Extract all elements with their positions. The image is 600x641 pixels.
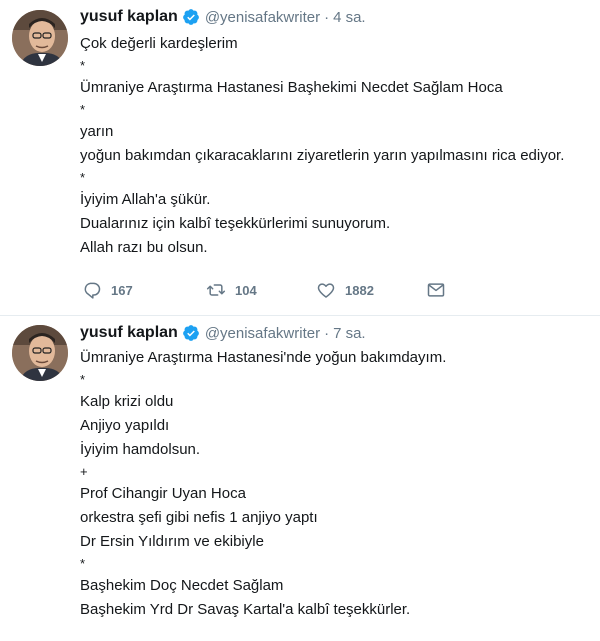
retweet-icon (206, 284, 226, 296)
tweet-line: yarın (80, 123, 114, 140)
tweet-line: İyiyim hamdolsun. (80, 441, 201, 458)
tweet-line: Başhekim Yrd Dr Savaş Kartal'a kalbî teş… (80, 601, 411, 618)
avatar[interactable] (12, 325, 68, 381)
direct-message-button[interactable] (426, 280, 456, 300)
tweet-line: orkestra şefi gibi nefis 1 anjiyo yaptı (80, 509, 318, 526)
tweet-line: Ümraniye Araştırma Hastanesi'nde yoğun b… (80, 349, 447, 366)
author-name[interactable]: yusuf kaplan (80, 8, 178, 26)
author-handle[interactable]: @yenisafakwriter (205, 325, 320, 342)
tweet-line: yoğun bakımdan çıkaracaklarını ziyaretle… (80, 147, 565, 164)
tweet-line: Dualarınız için kalbî teşekkürlerimi sun… (80, 215, 391, 232)
tweet-line: Anjiyo yapıldı (80, 417, 170, 434)
tweet-header: yusuf kaplan @yenisafakwriter · 4 sa. (80, 6, 366, 28)
tweet-text: Ümraniye Araştırma Hastanesi'nde yoğun b… (80, 346, 590, 622)
author-name[interactable]: yusuf kaplan (80, 324, 178, 342)
mail-icon (427, 283, 445, 297)
tweet-line: Allah razı bu olsun. (80, 239, 208, 256)
retweet-count: 104 (235, 282, 257, 298)
tweet-line: * (80, 58, 86, 73)
tweet-line: Başhekim Doç Necdet Sağlam (80, 577, 284, 594)
author-handle[interactable]: @yenisafakwriter (205, 9, 320, 26)
tweet-header: yusuf kaplan @yenisafakwriter · 7 sa. (80, 322, 366, 344)
tweet-line: * (80, 556, 86, 571)
timestamp[interactable]: 4 sa. (333, 9, 366, 26)
timestamp[interactable]: 7 sa. (333, 325, 366, 342)
tweet-line: * (80, 102, 86, 117)
separator-dot: · (324, 324, 330, 342)
reply-count: 167 (111, 282, 133, 298)
reply-icon (84, 282, 101, 299)
tweet-line: Prof Cihangir Uyan Hoca (80, 485, 246, 502)
verified-badge-icon (182, 324, 200, 342)
tweet-line: * (80, 170, 86, 185)
tweet-line: Kalp krizi oldu (80, 393, 174, 410)
like-button[interactable]: 1882 (316, 280, 426, 300)
tweet-actions: 167 104 1882 (82, 280, 456, 300)
tweet-text: Çok değerli kardeşlerim * Ümraniye Araşt… (80, 32, 590, 260)
reply-button[interactable]: 167 (82, 280, 206, 300)
tweet-line: + (80, 464, 88, 479)
heart-icon (317, 283, 335, 298)
tweet-line: * (80, 372, 86, 387)
tweet-line: Ümraniye Araştırma Hastanesi Başhekimi N… (80, 79, 503, 96)
avatar[interactable] (12, 10, 68, 66)
separator-dot: · (324, 8, 330, 26)
tweet[interactable]: yusuf kaplan @yenisafakwriter · 7 sa. Üm… (0, 318, 600, 641)
tweet-line: Çok değerli kardeşlerim (80, 35, 238, 52)
like-count: 1882 (345, 282, 374, 298)
retweet-button[interactable]: 104 (206, 280, 316, 300)
tweet-divider (0, 315, 600, 316)
tweet-line: Dr Ersin Yıldırım ve ekibiyle (80, 533, 264, 550)
tweet[interactable]: yusuf kaplan @yenisafakwriter · 4 sa. Ço… (0, 0, 600, 318)
tweet-line: İyiyim Allah'a şükür. (80, 191, 211, 208)
verified-badge-icon (182, 8, 200, 26)
